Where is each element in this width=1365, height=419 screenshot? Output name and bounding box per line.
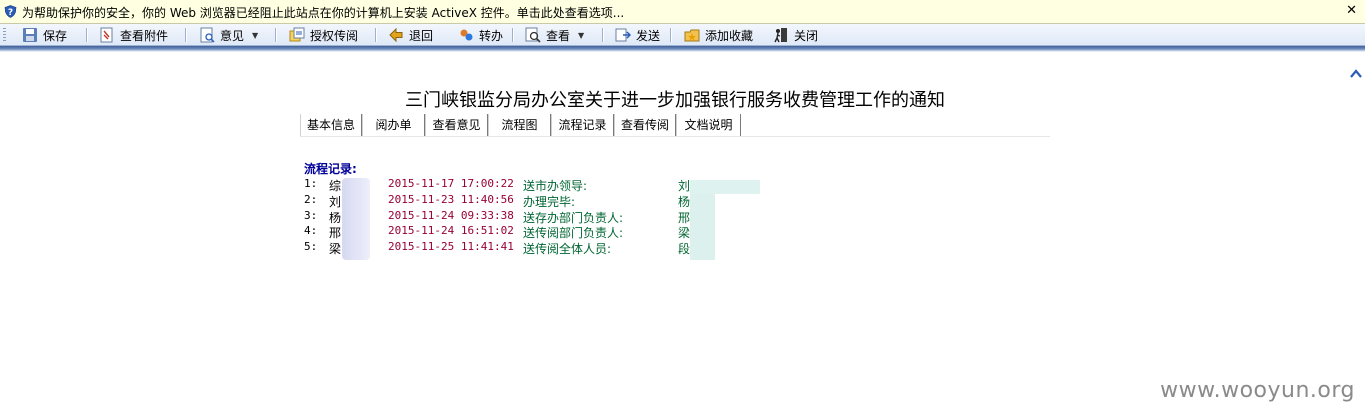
auth-circulate-button[interactable]: 授权传阅 — [289, 26, 358, 44]
send-button[interactable]: 发送 — [615, 26, 660, 44]
tab-basic-info[interactable]: 基本信息 — [300, 114, 362, 136]
tab-doc-description[interactable]: 文档说明 — [676, 114, 741, 136]
tab-view-circulation[interactable]: 查看传阅 — [614, 114, 676, 136]
toolbar-separator — [602, 28, 604, 42]
close-button[interactable]: 关闭 — [773, 26, 818, 44]
toolbar-separator — [512, 28, 514, 42]
toolbar-separator — [185, 28, 187, 42]
magnifier-icon — [525, 27, 541, 43]
record-recipient: 刘 — [678, 179, 691, 193]
tab-bar: 基本信息 阅办单 查看意见 流程图 流程记录 查看传阅 文档说明 — [300, 114, 1050, 137]
attachment-icon — [100, 27, 113, 43]
redaction-mask — [342, 178, 370, 260]
record-recipient: 梁 — [678, 226, 691, 240]
record-user: 综 — [329, 179, 342, 193]
view-label: 查看 — [546, 28, 571, 43]
opinion-label: 意见 — [220, 28, 245, 43]
record-recipient: 杨 — [678, 195, 691, 209]
record-number: 5: — [304, 240, 318, 253]
toolbar-separator — [86, 28, 88, 42]
record-time: 2015-11-24 09:33:38 — [388, 209, 514, 222]
document-title: 三门峡银监分局办公室关于进一步加强银行服务收费管理工作的通知 — [405, 90, 945, 111]
add-favorite-label: 添加收藏 — [705, 28, 754, 43]
save-button[interactable]: 保存 — [22, 26, 67, 44]
record-recipient: 段 — [678, 242, 691, 256]
toolbar-separator — [275, 28, 277, 42]
tab-flow-records[interactable]: 流程记录 — [551, 114, 614, 136]
auth-circulate-label: 授权传阅 — [310, 28, 359, 43]
send-icon — [615, 28, 631, 42]
forward-icon — [460, 29, 473, 41]
record-user: 邢 — [329, 226, 342, 240]
view-attachment-label: 查看附件 — [120, 28, 169, 43]
chevron-down-icon[interactable]: ▼ — [578, 31, 584, 40]
exit-icon — [774, 28, 787, 43]
add-favorite-button[interactable]: 添加收藏 — [684, 26, 753, 44]
scroll-up-icon[interactable] — [1350, 68, 1362, 80]
close-label: 关闭 — [794, 28, 819, 43]
toolbar-separator — [375, 28, 377, 42]
toolbar: 保存 查看附件 意见 ▼ 授权传阅 退回 转办 查看 ▼ 发送 添加收藏 关闭 — [0, 24, 1365, 46]
record-time: 2015-11-23 11:40:56 — [388, 193, 514, 206]
save-label: 保存 — [43, 28, 68, 43]
record-number: 4: — [304, 224, 318, 237]
toolbar-separator — [670, 28, 672, 42]
tab-view-opinions[interactable]: 查看意见 — [425, 114, 488, 136]
star-folder-icon — [684, 29, 700, 42]
view-button[interactable]: 查看 ▼ — [525, 26, 584, 44]
return-button[interactable]: 退回 — [388, 26, 433, 44]
activex-info-bar[interactable]: ? 为帮助保护你的安全，你的 Web 浏览器已经阻止此站点在你的计算机上安装 A… — [0, 0, 1365, 24]
toolbar-grip[interactable] — [3, 28, 6, 42]
shield-icon: ? — [4, 5, 17, 18]
opinion-icon — [200, 27, 215, 43]
record-user: 梁 — [329, 242, 342, 256]
chevron-down-icon[interactable]: ▼ — [252, 31, 258, 40]
record-number: 1: — [304, 177, 318, 190]
save-icon — [23, 28, 37, 42]
view-attachment-button[interactable]: 查看附件 — [99, 26, 168, 44]
back-arrow-icon — [389, 27, 403, 43]
tab-flow-chart[interactable]: 流程图 — [488, 114, 551, 136]
record-time: 2015-11-24 16:51:02 — [388, 224, 514, 237]
forward-label: 转办 — [479, 28, 504, 43]
record-action: 送传阅部门负责人: — [523, 226, 624, 240]
redaction-mask — [690, 180, 760, 194]
redaction-mask — [690, 194, 715, 260]
record-time: 2015-11-25 11:41:41 — [388, 240, 514, 253]
info-bar-message[interactable]: 为帮助保护你的安全，你的 Web 浏览器已经阻止此站点在你的计算机上安装 Act… — [22, 4, 624, 21]
record-number: 3: — [304, 209, 318, 222]
records-title: 流程记录: — [304, 162, 357, 176]
record-time: 2015-11-17 17:00:22 — [388, 177, 514, 190]
record-action: 送市办领导: — [523, 179, 588, 193]
toolbar-bottom-border — [0, 46, 1365, 52]
return-label: 退回 — [409, 28, 434, 43]
circulate-icon — [289, 27, 305, 42]
close-icon[interactable]: ✕ — [1346, 3, 1357, 18]
svg-text:?: ? — [8, 8, 13, 18]
forward-button[interactable]: 转办 — [458, 26, 503, 44]
record-user: 刘 — [329, 195, 342, 209]
watermark: www.wooyun.org — [1160, 378, 1355, 403]
record-number: 2: — [304, 193, 318, 206]
tab-read-sheet[interactable]: 阅办单 — [362, 114, 425, 136]
send-label: 发送 — [636, 28, 661, 43]
record-action: 送传阅全体人员: — [523, 242, 612, 256]
opinion-button[interactable]: 意见 ▼ — [199, 26, 258, 44]
record-action: 办理完毕: — [523, 195, 576, 209]
